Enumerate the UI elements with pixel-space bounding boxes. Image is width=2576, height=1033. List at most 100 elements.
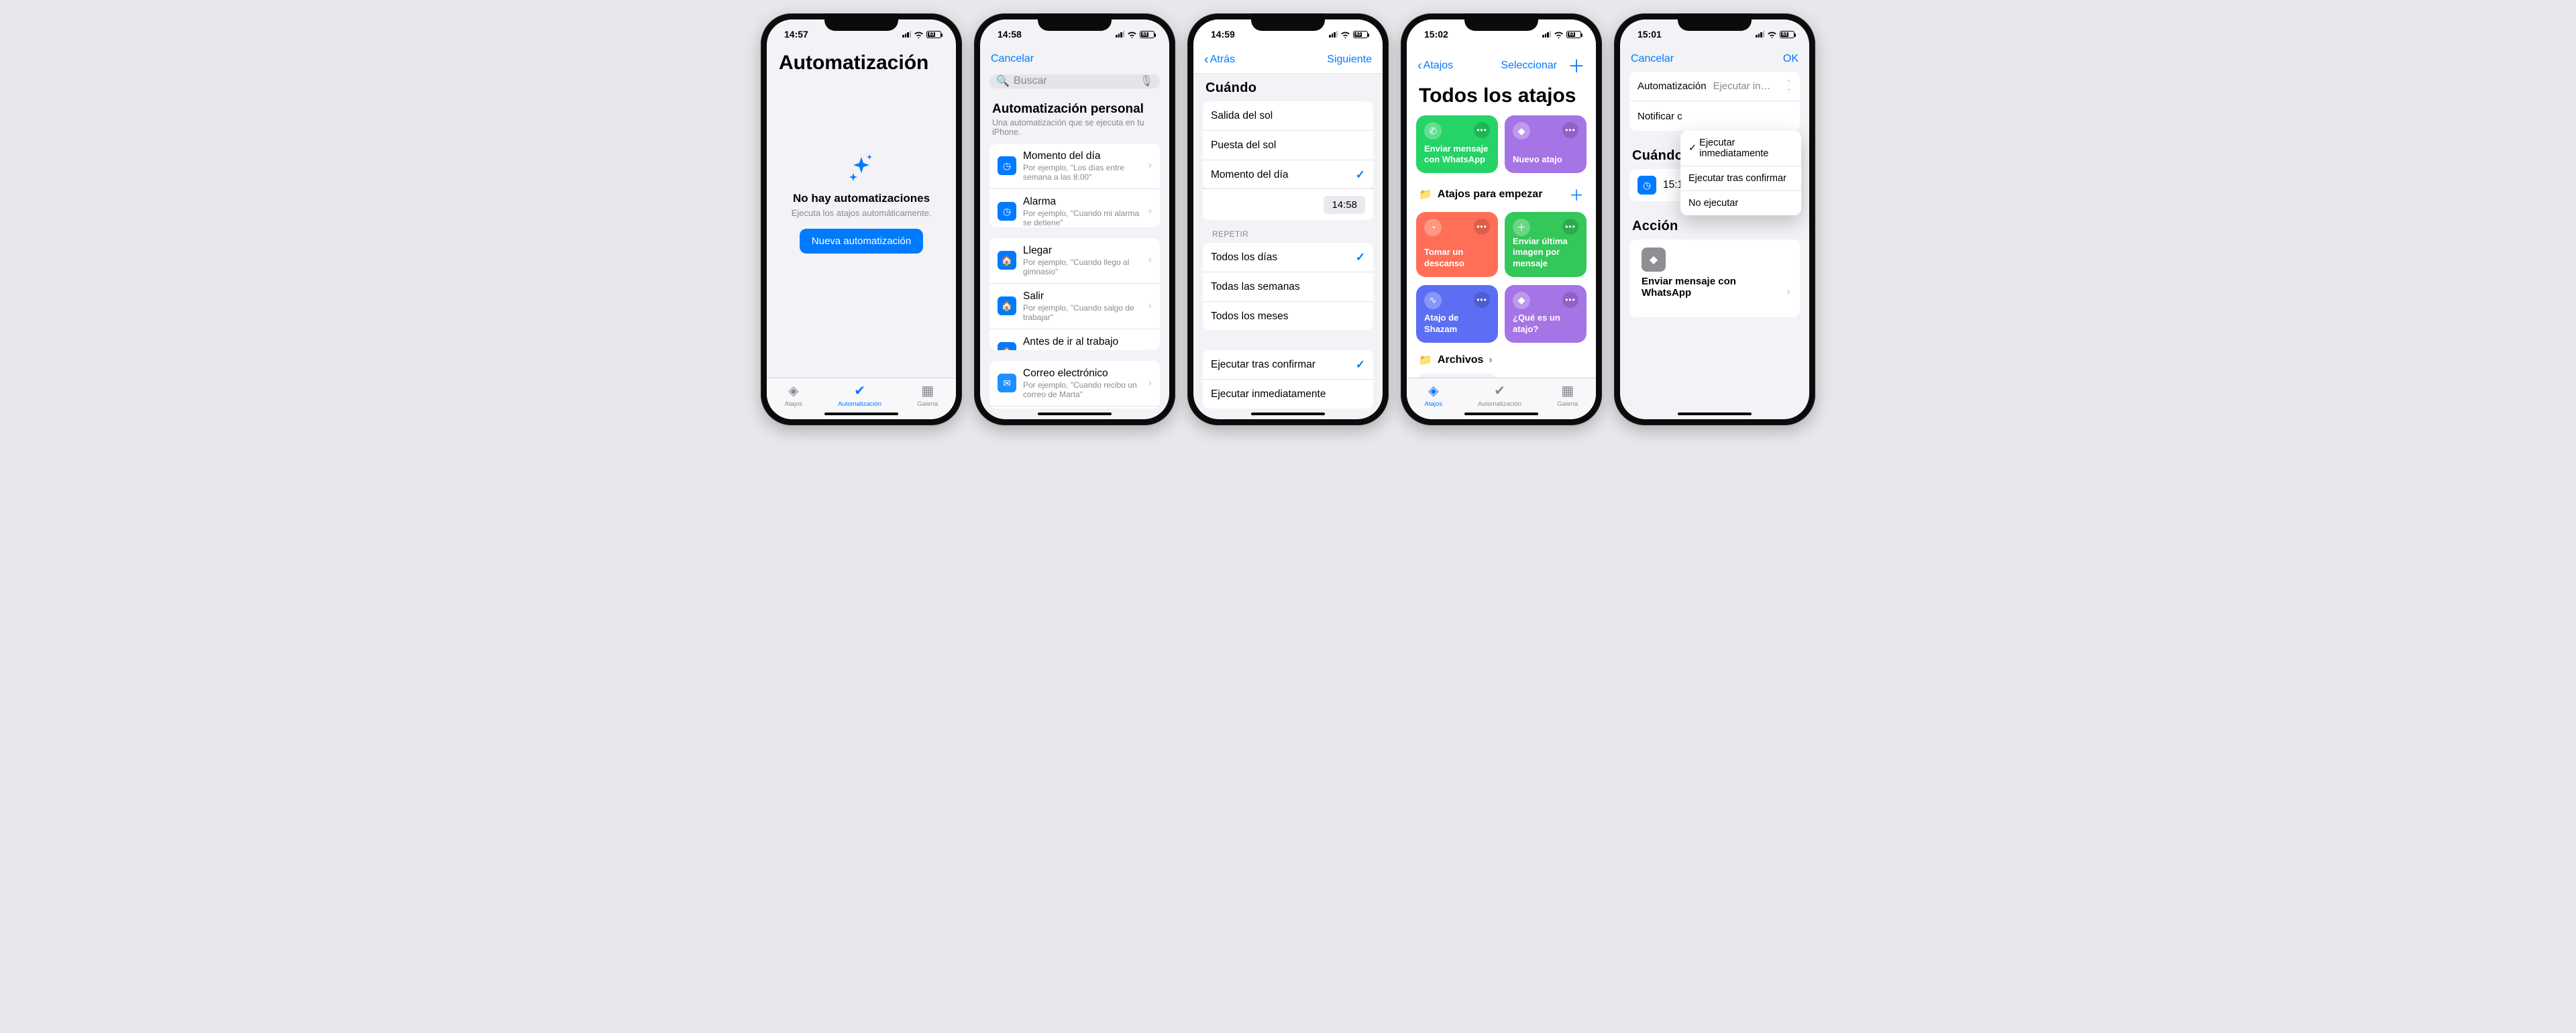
trigger-list-time: ◷ Momento del díaPor ejemplo, "Los días … [989,144,1160,227]
chevron-right-icon: › [1148,345,1152,349]
trigger-row[interactable]: ◷ AlarmaPor ejemplo, "Cuando mi alarma s… [989,189,1160,227]
shortcut-card[interactable]: ∿•••Atajo de Shazam [1416,285,1498,343]
chevron-right-icon: › [1489,354,1492,366]
home-indicator[interactable] [1678,413,1752,415]
battery-icon: 63 [1353,31,1368,38]
shortcut-card[interactable]: ◆•••¿Qué es un atajo? [1505,285,1587,343]
phone-1: 14:57 63 Automatización No hay automatiz… [761,13,962,425]
time-value[interactable]: 14:58 [1324,196,1365,214]
add-to-folder-button[interactable]: ＋ [1569,184,1584,205]
more-icon[interactable]: ••• [1474,122,1490,138]
time-picker-row[interactable]: 14:58 [1203,189,1373,220]
option-row[interactable]: Momento del día✓ [1203,160,1373,188]
trigger-icon: ◷ [998,156,1016,175]
dropdown-option[interactable]: No ejecutar [1680,191,1801,215]
shortcut-card[interactable]: ◆•••Nuevo atajo [1505,115,1587,173]
card-icon: ◆ [1513,292,1530,309]
sparkle-icon [847,153,876,182]
tab-automation[interactable]: ✔︎Automatización [1478,382,1521,408]
wifi-icon [914,31,924,38]
chevron-right-icon: › [1148,205,1152,217]
automation-mode-row[interactable]: Automatización Ejecutar inmediatamen… ⌃⌄ [1629,72,1800,101]
stack-icon: ◈ [788,382,798,399]
battery-icon: 63 [1780,31,1794,38]
back-button[interactable]: ‹Atajos [1417,59,1453,72]
dropdown-option[interactable]: Ejecutar tras confirmar [1680,166,1801,191]
signal-icon [1329,31,1338,38]
empty-subtitle: Ejecuta los atajos automáticamente. [792,208,932,218]
home-indicator[interactable] [1251,413,1325,415]
grid-icon: ▦ [921,382,934,399]
repeat-label: REPETIR [1193,220,1383,243]
shortcut-card[interactable]: ✆•••Enviar mensaje con WhatsApp [1416,115,1498,173]
chevron-right-icon: › [1148,160,1152,172]
trigger-row[interactable]: ● Mensaje › [989,406,1160,409]
tab-automation[interactable]: ✔︎Automatización [838,382,881,408]
home-indicator[interactable] [1464,413,1538,415]
folder-starters[interactable]: 📁 Atajos para empezar ＋ [1407,181,1596,212]
option-row[interactable]: Ejecutar tras confirmar✓ [1203,350,1373,380]
option-row[interactable]: Todos los días✓ [1203,243,1373,272]
mic-icon[interactable]: 🎙 [1140,74,1153,88]
option-row[interactable]: Ejecutar inmediatamente [1203,380,1373,409]
card-icon: ◔ [1424,219,1442,236]
clock-check-icon: ✔︎ [1494,382,1505,399]
option-row[interactable]: Todos los meses [1203,302,1373,330]
wifi-icon [1767,31,1777,38]
chevron-right-icon: › [1148,300,1152,312]
dropdown-option[interactable]: Ejecutar inmediatamente [1680,131,1801,166]
trigger-row[interactable]: 🏠 Antes de ir al trabajoPor ejemplo, "15… [989,329,1160,350]
new-automation-button[interactable]: Nueva automatización [800,229,923,254]
more-icon[interactable]: ••• [1562,219,1578,235]
check-icon: ✓ [1356,168,1365,182]
chevron-right-icon[interactable]: › [1787,286,1790,298]
more-icon[interactable]: ••• [1474,219,1490,235]
shortcut-card[interactable]: ＋•••Enviar última imagen por mensaje [1505,212,1587,277]
more-icon[interactable]: ••• [1562,292,1578,308]
trigger-row[interactable]: ✉ Correo electrónicoPor ejemplo, "Cuando… [989,361,1160,406]
add-button[interactable]: ＋ [1568,53,1585,78]
action-heading: Acción [1620,212,1809,239]
select-button[interactable]: Seleccionar [1501,60,1557,72]
phone-2: 14:58 63 Cancelar 🔍 Buscar 🎙 Automatizac… [974,13,1175,425]
card-icon: ＋ [1513,219,1530,236]
shortcut-card[interactable]: ◔•••Tomar un descanso [1416,212,1498,277]
trigger-row[interactable]: 🏠 LlegarPor ejemplo, "Cuando llego al gi… [989,238,1160,284]
home-indicator[interactable] [824,413,898,415]
option-row[interactable]: Puesta del sol [1203,131,1373,160]
folder-icon: 📁 [1419,354,1432,367]
stack-icon: ◈ [1428,382,1438,399]
notify-row[interactable]: Notificar c [1629,101,1800,131]
section-heading: Automatización personal [980,97,1169,118]
tab-shortcuts[interactable]: ◈Atajos [785,382,802,408]
signal-icon [902,31,911,38]
page-title: Todos los atajos [1407,85,1596,115]
cancel-button[interactable]: Cancelar [991,53,1034,65]
home-indicator[interactable] [1038,413,1112,415]
trigger-icon: 🏠 [998,342,1016,349]
tab-gallery[interactable]: ▦Galería [1557,382,1578,408]
chevron-updown-icon: ⌃⌄ [1786,81,1792,91]
next-button[interactable]: Siguiente [1327,54,1372,66]
status-time: 14:58 [998,29,1022,40]
more-icon[interactable]: ••• [1562,122,1578,138]
cancel-button[interactable]: Cancelar [1631,53,1674,65]
card-icon: ◆ [1513,122,1530,140]
notch [1464,13,1538,31]
shortcut-cards-3: ∿•••Atajo de Shazam◆•••¿Qué es un atajo? [1407,285,1596,351]
trigger-row[interactable]: 🏠 SalirPor ejemplo, "Cuando salgo de tra… [989,284,1160,329]
ok-button[interactable]: OK [1783,53,1799,65]
trigger-row[interactable]: ◷ Momento del díaPor ejemplo, "Los días … [989,144,1160,189]
card-icon: ✆ [1424,122,1442,140]
search-input[interactable]: 🔍 Buscar 🎙 [989,74,1160,89]
back-button[interactable]: ‹Atrás [1204,53,1235,66]
scan-document-card[interactable]: ⧉ Escanear documento [1416,374,1498,378]
folder-files[interactable]: 📁 Archivos › [1407,351,1596,374]
status-time: 14:59 [1211,29,1235,40]
more-icon[interactable]: ••• [1474,292,1490,308]
tab-gallery[interactable]: ▦Galería [917,382,938,408]
tab-shortcuts[interactable]: ◈Atajos [1425,382,1442,408]
option-row[interactable]: Todas las semanas [1203,272,1373,302]
phone-5: 15:01 63 Cancelar OK Automatización Ejec… [1614,13,1815,425]
option-row[interactable]: Salida del sol [1203,101,1373,131]
